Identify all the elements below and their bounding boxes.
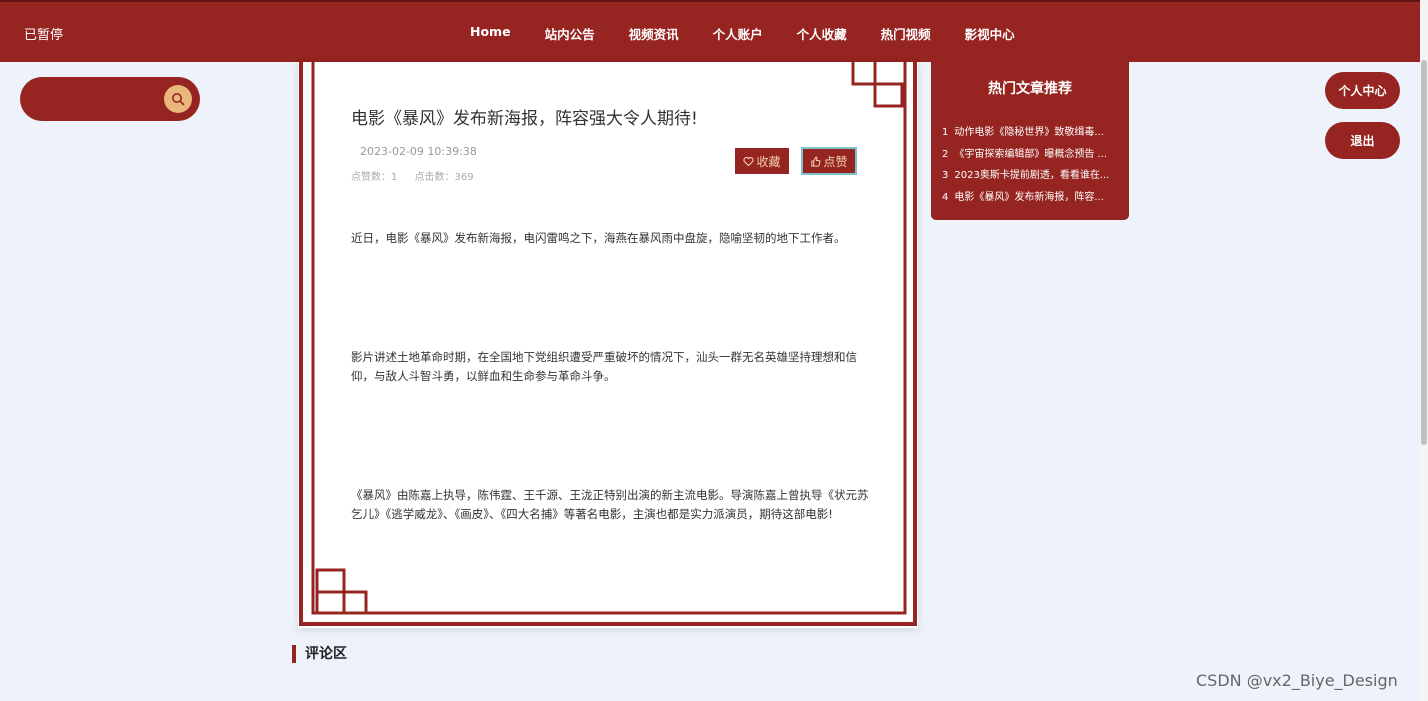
hot-article-rank: 3 [942,170,949,181]
scrollbar-thumb[interactable] [1421,60,1427,445]
article-stats: 点赞数：1 点击数：369 [351,168,488,183]
logout-button[interactable]: 退出 [1325,122,1400,159]
click-count: 点击数：369 [414,172,474,183]
favorite-label: 收藏 [756,154,781,169]
top-nav-bar: 已暂停 Home 站内公告 视频资讯 个人账户 个人收藏 热门视频 影视中心 [0,0,1428,62]
watermark: CSDN @vx2_Biye_Design [1196,671,1398,690]
comment-section-title: 评论区 [292,645,347,663]
article-paragraph: 近日，电影《暴风》发布新海报，电闪雷鸣之下，海燕在暴风雨中盘旋，隐喻坚韧的地下工… [351,231,846,245]
like-count: 点赞数：1 [351,172,398,183]
nav-hot-videos[interactable]: 热门视频 [881,24,931,43]
hot-article-item[interactable]: 4 电影《暴风》发布新海报，阵容... [942,188,1109,210]
page-scrollbar[interactable] [1420,0,1428,701]
nav-home[interactable]: Home [470,24,511,43]
hot-article-title: 电影《暴风》发布新海报，阵容... [954,191,1104,203]
search-button[interactable] [164,85,192,113]
hot-article-item[interactable]: 2 《宇宙探索编辑部》曝概念预告 ... [942,145,1109,167]
heart-icon [743,156,755,166]
nav-account[interactable]: 个人账户 [713,24,763,43]
nav-favorites[interactable]: 个人收藏 [797,24,847,43]
hot-article-title: 《宇宙探索编辑部》曝概念预告 ... [954,148,1108,160]
like-button[interactable]: 点赞 [801,147,857,175]
hot-article-rank: 2 [942,148,949,160]
main-nav: Home 站内公告 视频资讯 个人账户 个人收藏 热门视频 影视中心 [470,24,1049,43]
hot-article-title: 动作电影《隐秘世界》致敬缉毒... [954,127,1104,138]
paused-status: 已暂停 [24,28,64,43]
article-paragraph: 影片讲述土地革命时期，在全国地下党组织遭受严重破坏的情况下，汕头一群无名英雄坚持… [351,350,857,383]
thumbs-up-icon [811,156,821,167]
hot-articles-panel: 热门文章推荐 1 动作电影《隐秘世界》致敬缉毒... 2 《宇宙探索编辑部》曝概念预… [931,62,1129,220]
like-label: 点赞 [823,154,848,169]
nav-video-news[interactable]: 视频资讯 [629,24,679,43]
search-box [20,77,200,121]
article-card: 电影《暴风》发布新海报，阵容强大令人期待! 2023-02-09 10:39:3… [298,62,918,628]
hot-article-title: 2023奥斯卡提前剧透，看看谁在... [954,170,1110,181]
nav-announcements[interactable]: 站内公告 [545,24,595,43]
article-paragraph: 《暴风》由陈嘉上执导，陈伟霆、王千源、王泷正特别出演的新主流电影。导演陈嘉上曾执… [351,488,869,521]
favorite-button[interactable]: 收藏 [735,148,789,174]
hot-articles-list: 1 动作电影《隐秘世界》致敬缉毒... 2 《宇宙探索编辑部》曝概念预告 ... 3… [942,123,1109,209]
hot-article-item[interactable]: 1 动作电影《隐秘世界》致敬缉毒... [942,123,1109,145]
nav-film-center[interactable]: 影视中心 [965,24,1015,43]
search-input[interactable] [34,88,168,112]
article-title: 电影《暴风》发布新海报，阵容强大令人期待! [351,109,698,129]
hot-article-rank: 1 [942,127,949,138]
hot-article-item[interactable]: 3 2023奥斯卡提前剧透，看看谁在... [942,166,1109,188]
user-center-button[interactable]: 个人中心 [1325,72,1400,109]
hot-articles-title: 热门文章推荐 [988,81,1072,97]
article-date: 2023-02-09 10:39:38 [360,145,477,158]
hot-article-rank: 4 [942,191,949,203]
search-icon [172,93,185,106]
